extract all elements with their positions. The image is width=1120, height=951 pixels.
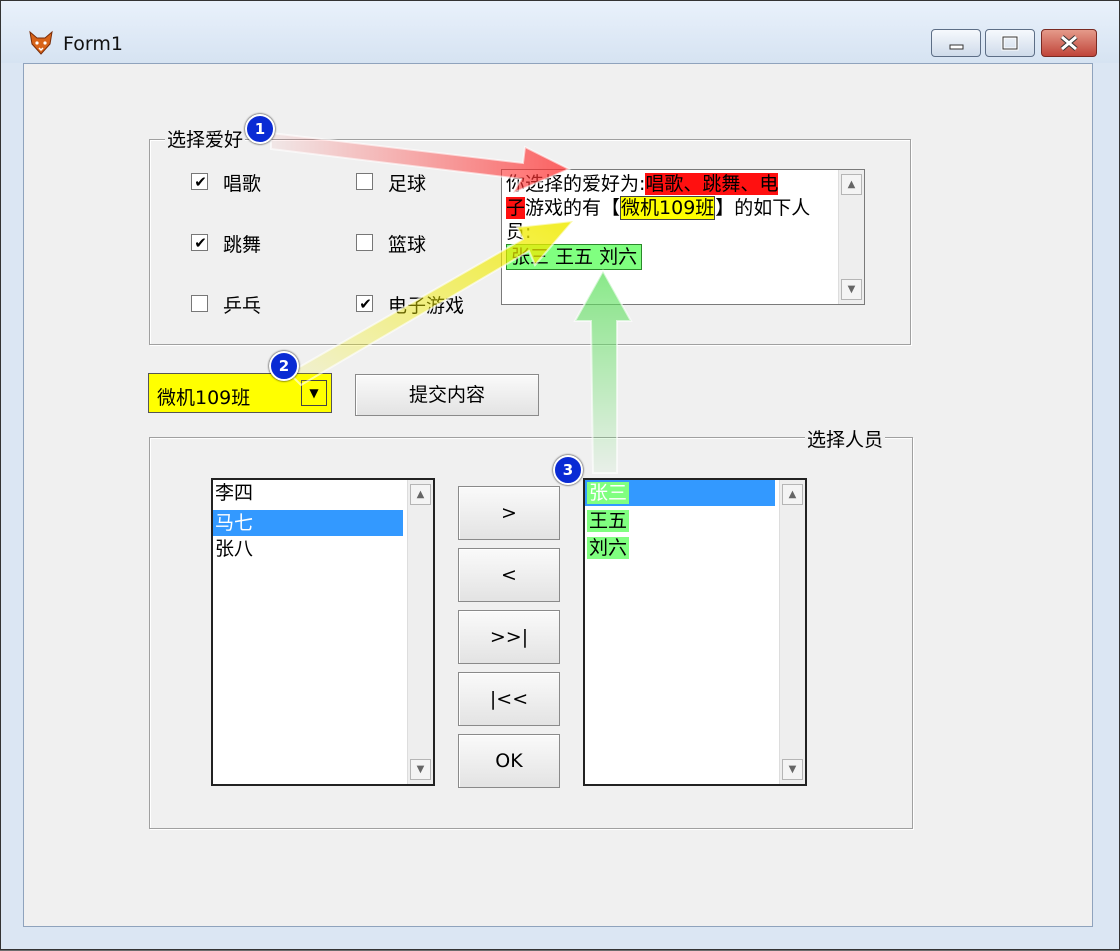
- step-badge-1: 1: [245, 114, 275, 144]
- checkbox-label: 跳舞: [223, 234, 262, 256]
- list-item-selected[interactable]: 张三: [585, 480, 775, 506]
- step-badge-3: 3: [553, 455, 583, 485]
- scroll-up-icon[interactable]: ▲: [782, 484, 803, 505]
- selected-people-listbox[interactable]: 张三 王五 刘六 ▲ ▼: [583, 478, 807, 786]
- result-hobbies: 唱歌、跳舞、电: [645, 173, 779, 195]
- checkbox-box[interactable]: ✔: [191, 173, 208, 190]
- maximize-icon: [1001, 35, 1019, 51]
- list-item[interactable]: 刘六: [585, 535, 630, 561]
- checkbox-label: 篮球: [388, 234, 427, 256]
- add-selected-button[interactable]: >: [458, 486, 560, 540]
- selected-scrollbar[interactable]: ▲ ▼: [779, 480, 805, 784]
- result-prefix: 你选择的爱好为:: [506, 173, 646, 195]
- list-item[interactable]: 李四: [213, 480, 405, 506]
- maximize-button[interactable]: [985, 29, 1035, 57]
- close-button[interactable]: [1041, 29, 1097, 57]
- combobox-value: 微机109班: [157, 387, 251, 409]
- dropdown-arrow-icon[interactable]: ▼: [301, 380, 327, 406]
- remove-all-button[interactable]: |<<: [458, 672, 560, 726]
- checkbox-box[interactable]: ✔: [356, 295, 373, 312]
- checkbox-label: 足球: [388, 173, 427, 195]
- checkbox-box[interactable]: [356, 234, 373, 251]
- list-item[interactable]: 王五: [585, 508, 630, 534]
- close-icon: [1060, 35, 1078, 51]
- scroll-up-icon[interactable]: ▲: [410, 484, 431, 505]
- people-legend: 选择人员: [805, 425, 886, 452]
- submit-button[interactable]: 提交内容: [355, 374, 539, 416]
- check-mark-icon: [192, 296, 209, 313]
- list-item-label: 张三: [587, 482, 630, 504]
- window-title: Form1: [63, 33, 123, 55]
- checkbox-label: 唱歌: [223, 173, 262, 195]
- check-mark-icon: [357, 235, 374, 252]
- fox-app-icon: [29, 30, 53, 55]
- result-text: 你选择的爱好为:唱歌、跳舞、电 子游戏的有【微机109班】的如下人员: 张三 王五 …: [506, 172, 828, 270]
- add-all-button[interactable]: >>|: [458, 610, 560, 664]
- check-mark-icon: ✔: [194, 173, 207, 191]
- checkbox-box[interactable]: ✔: [191, 234, 208, 251]
- checkbox-box[interactable]: [356, 173, 373, 190]
- check-mark-icon: [357, 174, 374, 191]
- list-item[interactable]: 张八: [213, 536, 405, 562]
- title-bar[interactable]: Form1: [1, 1, 1119, 63]
- scroll-up-icon[interactable]: ▲: [841, 174, 862, 195]
- checkbox-box[interactable]: [191, 295, 208, 312]
- list-item-label: 刘六: [587, 537, 630, 559]
- list-item-selected[interactable]: 马七: [213, 510, 403, 536]
- available-scrollbar[interactable]: ▲ ▼: [407, 480, 433, 784]
- minimize-icon: [949, 44, 964, 50]
- form1-window: Form1 选择爱好 ✔ 唱歌 ✔ 跳舞 乒乓 足球 篮球 ✔ 电子游戏 你选择…: [0, 0, 1120, 950]
- scroll-down-icon[interactable]: ▼: [841, 279, 862, 300]
- result-hobbies-cont: 子: [506, 197, 526, 219]
- result-middle: 游戏的有【: [525, 197, 621, 219]
- check-mark-icon: ✔: [359, 295, 372, 313]
- result-scrollbar[interactable]: ▲ ▼: [838, 170, 864, 304]
- step-badge-2: 2: [269, 351, 299, 381]
- class-combobox[interactable]: 微机109班 ▼: [148, 373, 332, 413]
- available-people-listbox[interactable]: 李四 马七 张八 ▲ ▼: [211, 478, 435, 786]
- ok-button[interactable]: OK: [458, 734, 560, 788]
- checkbox-label: 乒乓: [223, 295, 262, 317]
- remove-selected-button[interactable]: <: [458, 548, 560, 602]
- scroll-down-icon[interactable]: ▼: [782, 759, 803, 780]
- hobbies-legend: 选择爱好: [165, 125, 246, 152]
- result-class-name: 微机109班: [620, 196, 716, 220]
- checkbox-label: 电子游戏: [388, 295, 465, 317]
- check-mark-icon: ✔: [194, 234, 207, 252]
- scroll-down-icon[interactable]: ▼: [410, 759, 431, 780]
- result-textbox[interactable]: 你选择的爱好为:唱歌、跳舞、电 子游戏的有【微机109班】的如下人员: 张三 王五 …: [501, 169, 865, 305]
- result-people: 张三 王五 刘六: [506, 244, 643, 270]
- list-item-label: 王五: [587, 510, 630, 532]
- minimize-button[interactable]: [931, 29, 981, 57]
